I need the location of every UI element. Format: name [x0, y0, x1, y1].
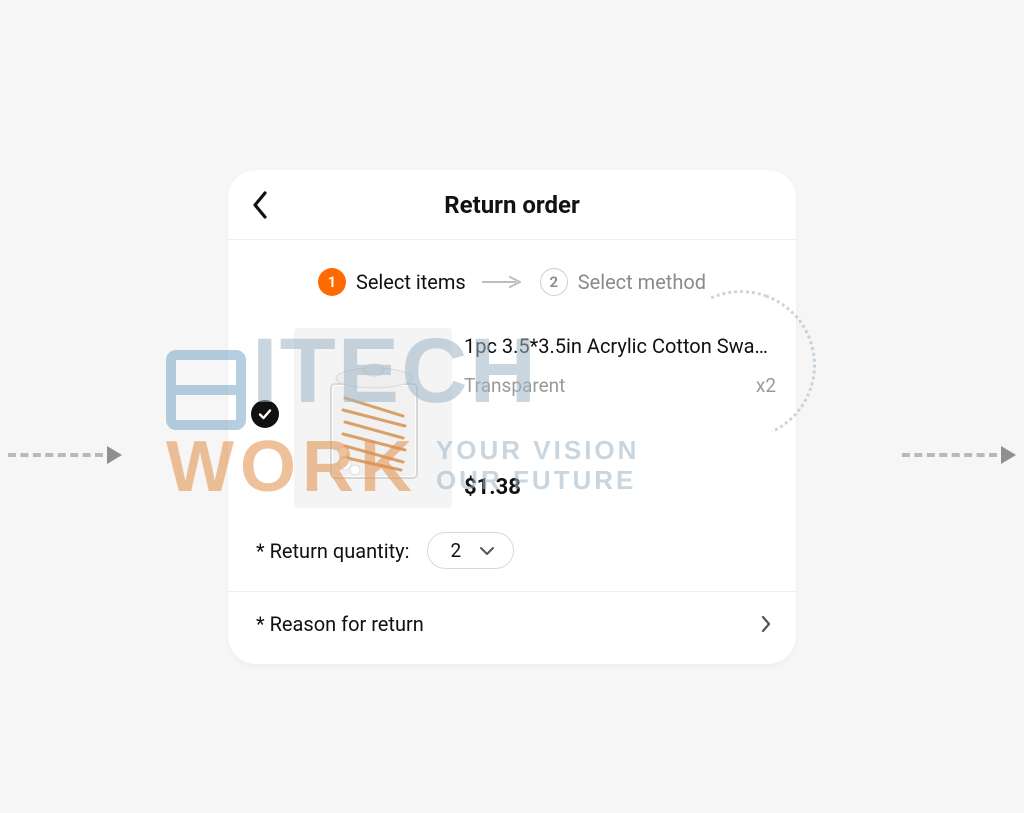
chevron-left-icon [251, 190, 269, 220]
return-item-row: 1pc 3.5*3.5in Acrylic Cotton Swab… Trans… [228, 316, 796, 518]
step-select-items[interactable]: 1 Select items [318, 268, 466, 296]
return-quantity-label: * Return quantity: [256, 539, 409, 563]
arrow-right-icon [1001, 446, 1016, 464]
arrow-right-icon [107, 446, 122, 464]
step-2-badge: 2 [540, 268, 568, 296]
dash-line [8, 453, 103, 457]
step-1-label: Select items [356, 270, 466, 294]
back-button[interactable] [240, 185, 280, 225]
item-name: 1pc 3.5*3.5in Acrylic Cotton Swab… [464, 334, 776, 358]
return-quantity-row: * Return quantity: 2 [228, 518, 796, 592]
return-quantity-value: 2 [450, 539, 461, 562]
card-header: Return order [228, 170, 796, 240]
return-order-card: Return order 1 Select items 2 Select met… [228, 170, 796, 664]
item-quantity: x2 [756, 374, 776, 397]
nav-arrow-right [902, 446, 1016, 464]
reason-for-return-row[interactable]: * Reason for return [228, 592, 796, 664]
return-quantity-select[interactable]: 2 [427, 532, 514, 569]
chevron-down-icon [479, 546, 495, 556]
step-select-method[interactable]: 2 Select method [540, 268, 706, 296]
page-title: Return order [444, 191, 579, 219]
stepper: 1 Select items 2 Select method [228, 240, 796, 316]
nav-arrow-left [8, 446, 122, 464]
item-thumbnail[interactable] [294, 328, 452, 508]
step-arrow-icon [480, 277, 526, 287]
step-2-label: Select method [578, 270, 706, 294]
product-image-icon [303, 338, 443, 498]
item-checkbox[interactable] [251, 400, 279, 428]
check-icon [257, 406, 273, 422]
item-meta: 1pc 3.5*3.5in Acrylic Cotton Swab… Trans… [464, 328, 776, 500]
step-1-badge: 1 [318, 268, 346, 296]
item-variant: Transparent [464, 374, 565, 397]
chevron-right-icon [760, 614, 772, 634]
dash-line [902, 453, 997, 457]
item-price: $1.38 [464, 475, 776, 500]
reason-label: * Reason for return [256, 612, 424, 636]
item-variant-row: Transparent x2 [464, 374, 776, 397]
